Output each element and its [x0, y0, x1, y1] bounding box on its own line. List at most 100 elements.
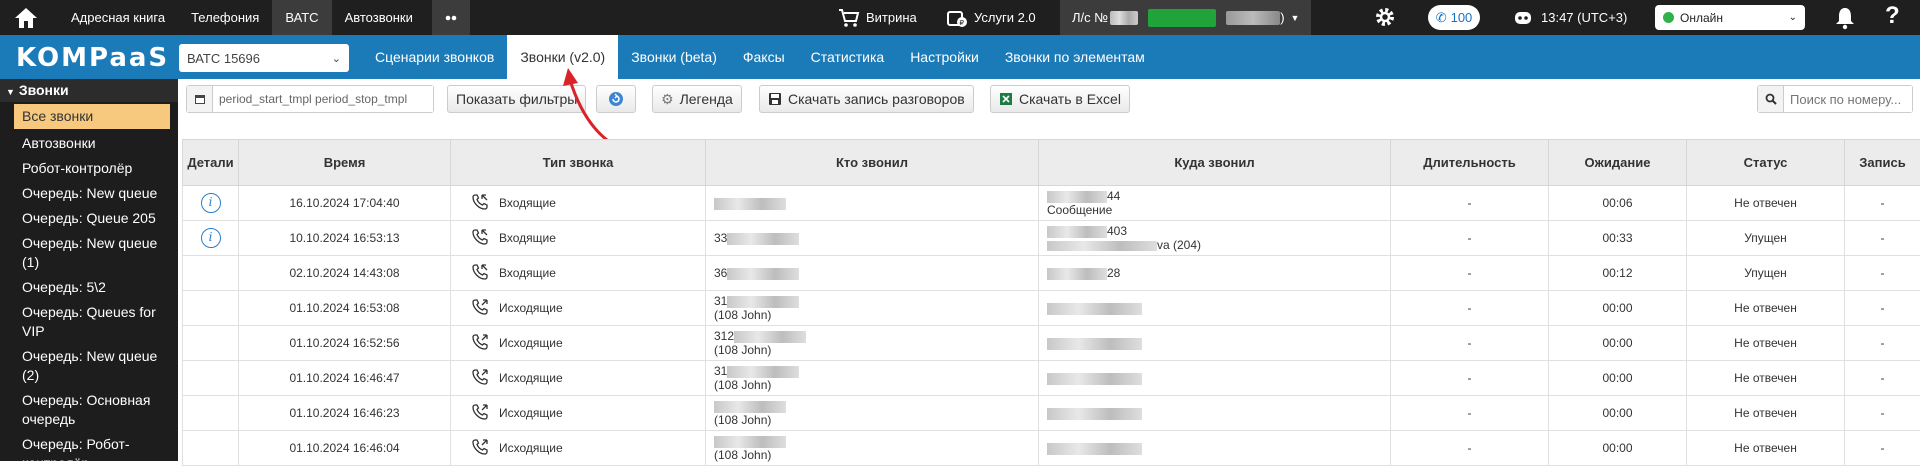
col-to[interactable]: Куда звонил	[1039, 140, 1391, 186]
sidebar-item-queue[interactable]: Очередь: Queue 205	[0, 206, 178, 231]
search-field[interactable]	[1757, 85, 1913, 113]
status-cell: Не отвечен	[1687, 291, 1845, 326]
online-dot-icon	[1663, 12, 1674, 23]
wait-cell: 00:06	[1549, 186, 1687, 221]
search-input[interactable]	[1784, 86, 1912, 112]
tab-statistics[interactable]: Статистика	[798, 35, 898, 79]
download-records-button[interactable]: Скачать запись разговоров	[759, 85, 974, 113]
details-cell	[183, 326, 239, 361]
call-type-cell: Входящие	[451, 256, 706, 291]
incoming-call-icon	[471, 228, 489, 249]
sidebar-item-all-calls[interactable]: Все звонки	[14, 104, 170, 129]
services-link[interactable]: ₽ Услуги 2.0	[946, 0, 1036, 35]
download-excel-button[interactable]: Скачать в Excel	[990, 85, 1130, 113]
from-cell: 33	[706, 221, 1039, 256]
gear-icon[interactable]	[1373, 5, 1397, 32]
col-call-type[interactable]: Тип звонка	[451, 140, 706, 186]
col-details[interactable]: Детали	[183, 140, 239, 186]
tab-faxes[interactable]: Факсы	[730, 35, 798, 79]
table-row[interactable]: 01.10.2024 16:46:47Исходящие31(108 John)…	[183, 361, 1920, 396]
more-icon[interactable]	[432, 0, 470, 35]
search-icon	[1758, 86, 1784, 112]
tab-call-scenarios[interactable]: Сценарии звонков	[362, 35, 507, 79]
info-icon[interactable]: i	[201, 193, 221, 213]
table-row[interactable]: 01.10.2024 16:46:04Исходящие(108 John)-0…	[183, 431, 1920, 466]
duration-cell: -	[1391, 256, 1549, 291]
nav-address-book[interactable]: Адресная книга	[58, 0, 178, 35]
redacted-number	[1047, 373, 1142, 385]
showcase-link[interactable]: Витрина	[838, 0, 917, 35]
sidebar-item-queue[interactable]: Очередь: New queue	[0, 181, 178, 206]
robot-icon	[1512, 8, 1534, 28]
calls-counter[interactable]: ✆ 100	[1428, 5, 1480, 30]
nav-vats[interactable]: ВАТС	[272, 0, 331, 35]
call-type-cell: Исходящие	[451, 326, 706, 361]
date-range-field[interactable]	[186, 85, 434, 113]
sidebar-item-queue[interactable]: Очередь: Основная очередь	[0, 388, 178, 432]
top-bar: Адресная книга Телефония ВАТС Автозвонки…	[0, 0, 1920, 35]
calls-table: Детали Время Тип звонка Кто звонил Куда …	[182, 139, 1920, 466]
record-cell: -	[1845, 326, 1920, 361]
col-wait[interactable]: Ожидание	[1549, 140, 1687, 186]
table-row[interactable]: 01.10.2024 16:53:08Исходящие31(108 John)…	[183, 291, 1920, 326]
col-duration[interactable]: Длительность	[1391, 140, 1549, 186]
account-number-blurred	[1110, 11, 1138, 25]
from-cell: 31(108 John)	[706, 361, 1039, 396]
outgoing-call-icon	[471, 438, 489, 459]
from-cell: 36	[706, 256, 1039, 291]
table-row[interactable]: 01.10.2024 16:52:56Исходящие312(108 John…	[183, 326, 1920, 361]
status-cell: Не отвечен	[1687, 361, 1845, 396]
account-selector[interactable]: Л/с № ) ▼	[1060, 0, 1311, 35]
date-range-input[interactable]	[213, 86, 433, 112]
nav-telephony[interactable]: Телефония	[178, 0, 272, 35]
to-cell	[1039, 361, 1391, 396]
calendar-icon[interactable]	[187, 86, 213, 112]
balance-badge	[1148, 9, 1216, 27]
chevron-down-icon: ⌄	[1789, 12, 1797, 23]
help-icon[interactable]: ?	[1885, 2, 1900, 30]
info-icon[interactable]: i	[201, 228, 221, 248]
bell-icon[interactable]	[1834, 6, 1856, 33]
redacted-number	[1047, 226, 1107, 238]
table-row[interactable]: i10.10.2024 16:53:13Входящие33403va (204…	[183, 221, 1920, 256]
sidebar-item-queue[interactable]: Очередь: 5\2	[0, 275, 178, 300]
redacted-number	[1047, 303, 1142, 315]
sidebar-item-queue[interactable]: Очередь: New queue (2)	[0, 344, 178, 388]
home-icon[interactable]	[0, 0, 52, 35]
redacted-number	[1047, 408, 1142, 420]
sidebar-header[interactable]: ▼ Звонки	[0, 79, 178, 102]
col-time[interactable]: Время	[239, 140, 451, 186]
status-cell: Не отвечен	[1687, 431, 1845, 466]
tab-calls-by-elements[interactable]: Звонки по элементам	[992, 35, 1158, 79]
sidebar-item-queue[interactable]: Очередь: Queues for VIP	[0, 300, 178, 344]
status-cell: Упущен	[1687, 221, 1845, 256]
tab-settings[interactable]: Настройки	[897, 35, 992, 79]
sidebar-item-queue[interactable]: Очередь: Робот-контролёр	[0, 432, 178, 476]
nav-autocalls[interactable]: Автозвонки	[332, 0, 426, 35]
table-row[interactable]: i16.10.2024 17:04:40Входящие44Сообщение-…	[183, 186, 1920, 221]
gear-icon: ⚙	[661, 91, 674, 108]
call-type-cell: Входящие	[451, 221, 706, 256]
status-select[interactable]: Онлайн ⌄	[1655, 5, 1805, 30]
to-cell	[1039, 291, 1391, 326]
section-bar: KOMPaaS ВАТС 15696 ⌄ Сценарии звонков Зв…	[0, 35, 1920, 79]
sidebar-item-autocalls[interactable]: Автозвонки	[0, 131, 178, 156]
table-row[interactable]: 01.10.2024 16:46:23Исходящие(108 John)-0…	[183, 396, 1920, 431]
table-row[interactable]: 02.10.2024 14:43:08Входящие3628-00:12Упу…	[183, 256, 1920, 291]
from-cell: (108 John)	[706, 396, 1039, 431]
legend-button[interactable]: ⚙ Легенда	[652, 85, 742, 113]
col-status[interactable]: Статус	[1687, 140, 1845, 186]
table-header-row: Детали Время Тип звонка Кто звонил Куда …	[183, 140, 1920, 186]
vats-select[interactable]: ВАТС 15696 ⌄	[179, 44, 349, 72]
call-type-cell: Исходящие	[451, 361, 706, 396]
sidebar-item-queue[interactable]: Очередь: New queue (1)	[0, 231, 178, 275]
redacted-number	[1047, 338, 1142, 350]
sidebar-item-robot[interactable]: Робот-контролёр	[0, 156, 178, 181]
redacted-number	[727, 268, 799, 280]
wait-cell: 00:00	[1549, 361, 1687, 396]
col-record[interactable]: Запись	[1845, 140, 1920, 186]
col-from[interactable]: Кто звонил	[706, 140, 1039, 186]
record-cell: -	[1845, 291, 1920, 326]
wait-cell: 00:00	[1549, 431, 1687, 466]
record-cell: -	[1845, 221, 1920, 256]
